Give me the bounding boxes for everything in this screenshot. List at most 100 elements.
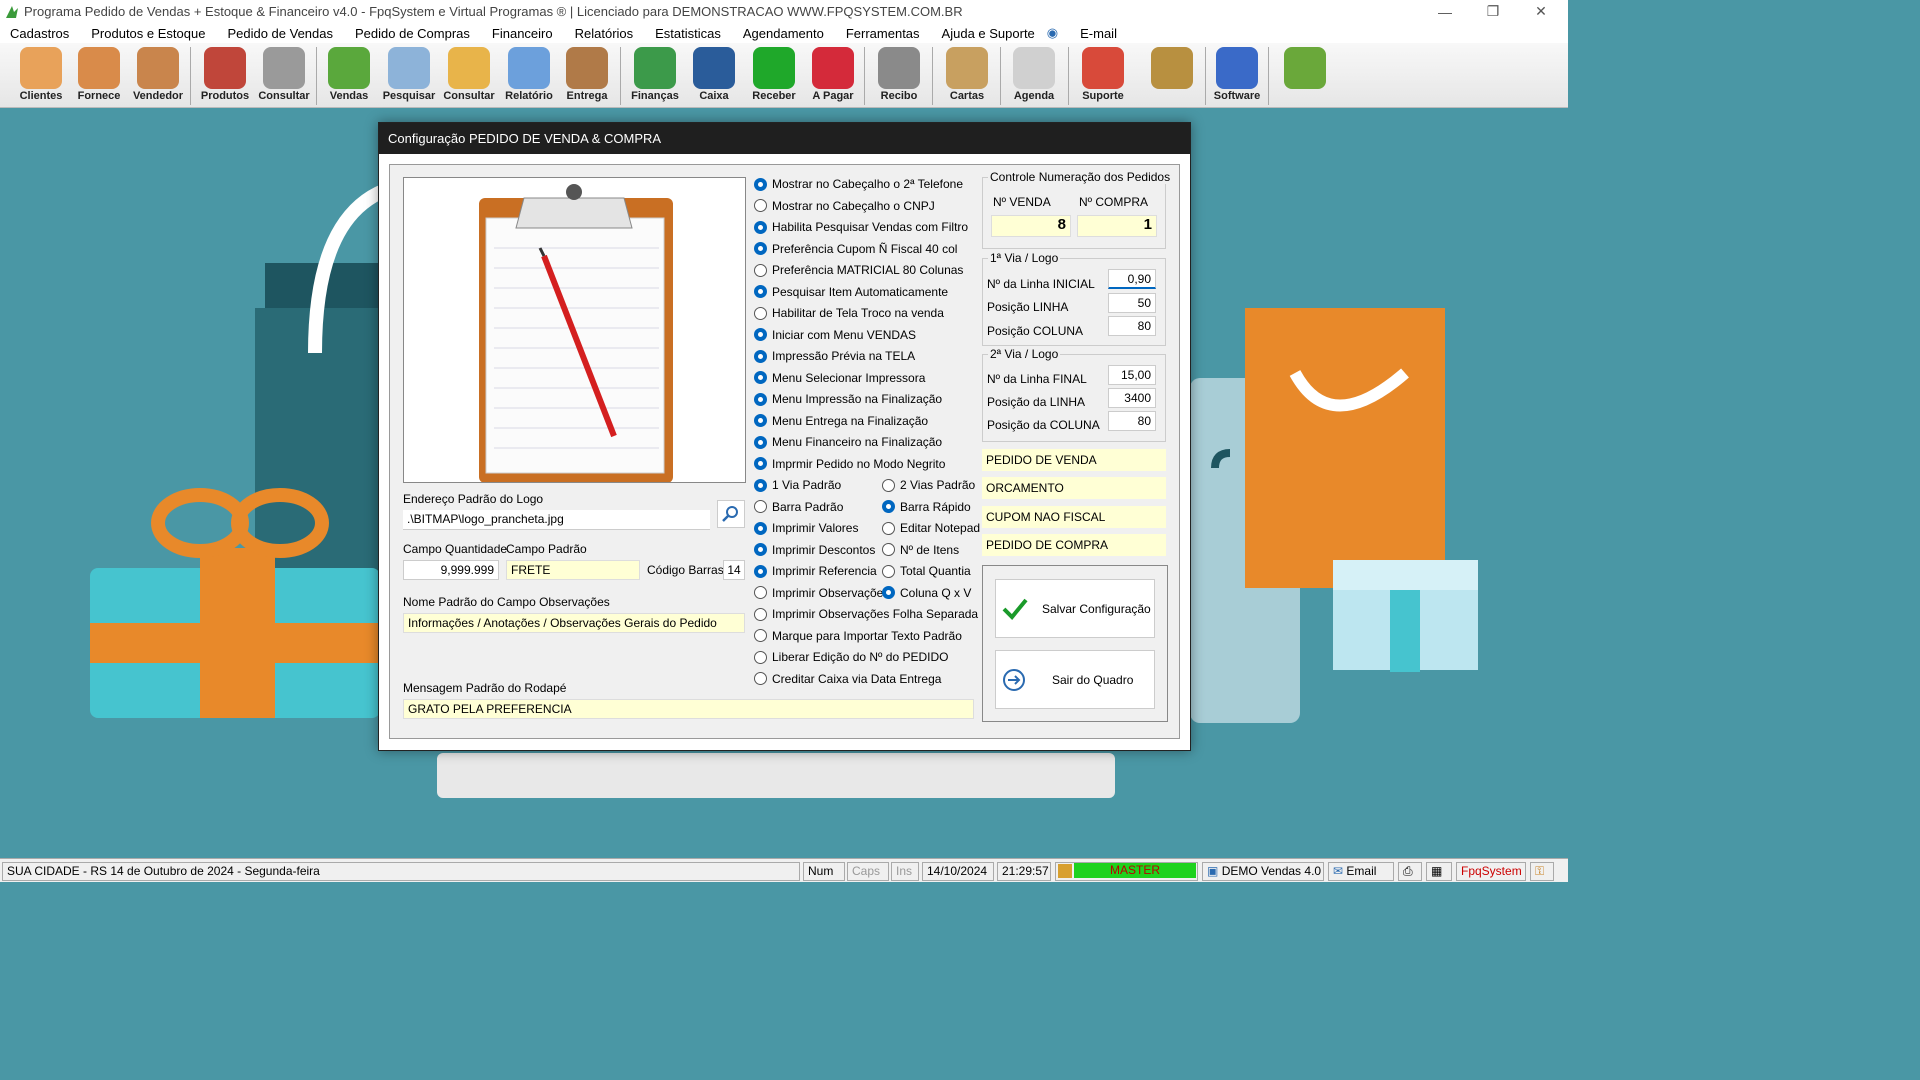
qty-input[interactable]: 9,999.999: [403, 560, 499, 580]
option-pair-6-b[interactable]: Coluna Q x V: [882, 586, 971, 600]
toolbar-button-16[interactable]: Cartas: [938, 45, 996, 105]
option-6[interactable]: Pesquisar Item Automaticamente: [754, 285, 948, 299]
menu-item-3[interactable]: Pedido de Vendas: [227, 26, 333, 41]
barcode-input[interactable]: 14: [723, 560, 745, 580]
toolbar-button-17[interactable]: Agenda: [1005, 45, 1063, 105]
doc-name-receipt[interactable]: CUPOM NAO FISCAL: [982, 506, 1166, 528]
option-3[interactable]: Habilita Pesquisar Vendas com Filtro: [754, 220, 968, 234]
option-5[interactable]: Preferência MATRICIAL 80 Colunas: [754, 263, 963, 277]
option-pair-5-b[interactable]: Total Quantia: [882, 564, 971, 578]
doc-name-quote[interactable]: ORCAMENTO: [982, 477, 1166, 499]
option-pair-2-b[interactable]: Barra Rápido: [882, 500, 971, 514]
toolbar-button-11[interactable]: Finanças: [626, 45, 684, 105]
option-9[interactable]: Impressão Prévia na TELA: [754, 349, 915, 363]
printer-icon[interactable]: ⎙: [1398, 862, 1422, 881]
doc-name-purchase[interactable]: PEDIDO DE COMPRA: [982, 534, 1166, 556]
option-7[interactable]: Habilitar de Tela Troco na venda: [754, 306, 944, 320]
default-field-input[interactable]: FRETE: [506, 560, 640, 580]
toolbar-separator: [932, 47, 933, 105]
option-10[interactable]: Menu Selecionar Impressora: [754, 371, 925, 385]
toolbar-button-18[interactable]: Suporte: [1074, 45, 1132, 105]
menu-item-6[interactable]: Relatórios: [575, 26, 634, 41]
toolbar-button-8[interactable]: Consultar: [440, 45, 498, 105]
via1-col-pos-input[interactable]: 80: [1108, 316, 1156, 336]
menu-item-2[interactable]: Produtos e Estoque: [91, 26, 205, 41]
toolbar-button-4[interactable]: Produtos: [196, 45, 254, 105]
via1-start-line-input[interactable]: 0,90: [1108, 269, 1156, 289]
software-icon: [1216, 47, 1258, 89]
toolbar-button-13[interactable]: Receber: [745, 45, 803, 105]
toolbar-button-9[interactable]: Relatório: [500, 45, 558, 105]
radio-indicator: [754, 220, 767, 234]
option-11[interactable]: Menu Impressão na Finalização: [754, 392, 942, 406]
toolbar-button-19[interactable]: [1143, 45, 1201, 105]
toolbar-button-3[interactable]: Vendedor: [129, 45, 187, 105]
menu-item-11[interactable]: E-mail: [1080, 26, 1117, 41]
radio-label: Barra Padrão: [772, 499, 844, 514]
radio-label: Coluna Q x V: [900, 585, 972, 600]
menu-item-5[interactable]: Financeiro: [492, 26, 553, 41]
doc-name-sale[interactable]: PEDIDO DE VENDA: [982, 449, 1166, 471]
option-12[interactable]: Menu Entrega na Finalização: [754, 414, 928, 428]
obs-input[interactable]: Informações / Anotações / Observações Ge…: [403, 613, 745, 633]
option-2[interactable]: Mostrar no Cabeçalho o CNPJ: [754, 199, 935, 213]
toolbar-button-1[interactable]: Clientes: [12, 45, 70, 105]
close-icon[interactable]: ✕: [1518, 0, 1564, 23]
purchase-number-input[interactable]: 1: [1077, 215, 1157, 237]
logo-path-input[interactable]: .\BITMAP\logo_prancheta.jpg: [403, 510, 710, 530]
menu-item-7[interactable]: Estatisticas: [655, 26, 721, 41]
option-pair-1-a[interactable]: 1 Via Padrão: [754, 478, 841, 492]
option-14[interactable]: Imprmir Pedido no Modo Negrito: [754, 457, 945, 471]
option-4[interactable]: Preferência Cupom Ñ Fiscal 40 col: [754, 242, 957, 256]
option-13[interactable]: Menu Financeiro na Finalização: [754, 435, 942, 449]
browse-logo-button[interactable]: [717, 500, 745, 528]
via2-line-pos-input[interactable]: 3400: [1108, 388, 1156, 408]
key-icon[interactable]: ⚿: [1530, 862, 1554, 881]
toolbar-button-14[interactable]: A Pagar: [804, 45, 862, 105]
exit-dialog-button[interactable]: Sair do Quadro: [995, 650, 1155, 709]
save-config-button[interactable]: Salvar Configuração: [995, 579, 1155, 638]
toolbar-label: A Pagar: [812, 90, 854, 102]
restore-icon[interactable]: ❐: [1470, 0, 1516, 23]
toolbar-button-2[interactable]: Fornece: [70, 45, 128, 105]
option-pair-2-a[interactable]: Barra Padrão: [754, 500, 843, 514]
option-pair-4-b[interactable]: Nº de Itens: [882, 543, 959, 557]
menu-item-9[interactable]: Ferramentas: [846, 26, 920, 41]
menu-item-1[interactable]: Cadastros: [10, 26, 69, 41]
toolbar-button-21[interactable]: [1276, 45, 1334, 105]
toolbar-button-10[interactable]: Entrega: [558, 45, 616, 105]
toolbar-button-20[interactable]: Software: [1208, 45, 1266, 105]
toolbar-button-6[interactable]: Vendas: [320, 45, 378, 105]
via1-line-pos-input[interactable]: 50: [1108, 293, 1156, 313]
numbering-group: [982, 177, 1166, 249]
toolbar-button-12[interactable]: Caixa: [685, 45, 743, 105]
minimize-icon[interactable]: —: [1422, 0, 1468, 23]
option-8[interactable]: Iniciar com Menu VENDAS: [754, 328, 916, 342]
option-tail-3[interactable]: Liberar Edição do Nº do PEDIDO: [754, 650, 948, 664]
option-tail-1[interactable]: Imprimir Observações Folha Separada: [754, 607, 978, 621]
toolbar-button-7[interactable]: Pesquisar: [380, 45, 438, 105]
menu-item-4[interactable]: Pedido de Compras: [355, 26, 470, 41]
option-pair-6-a[interactable]: Imprimir Observações: [754, 586, 889, 600]
help-globe-icon[interactable]: ◉: [1047, 25, 1058, 41]
status-brand[interactable]: FpqSystem: [1456, 862, 1526, 881]
radio-indicator: [754, 306, 767, 320]
calculator-icon[interactable]: ▦: [1426, 862, 1452, 881]
sale-number-input[interactable]: 8: [991, 215, 1071, 237]
menu-item-10[interactable]: Ajuda e Suporte: [942, 26, 1035, 41]
option-tail-4[interactable]: Creditar Caixa via Data Entrega: [754, 672, 941, 686]
toolbar-button-15[interactable]: Recibo: [870, 45, 928, 105]
option-1[interactable]: Mostrar no Cabeçalho o 2ª Telefone: [754, 177, 963, 191]
option-pair-1-b[interactable]: 2 Vias Padrão: [882, 478, 975, 492]
via2-end-line-input[interactable]: 15,00: [1108, 365, 1156, 385]
via2-col-pos-input[interactable]: 80: [1108, 411, 1156, 431]
menu-item-8[interactable]: Agendamento: [743, 26, 824, 41]
status-email[interactable]: ✉ Email: [1328, 862, 1394, 881]
option-tail-2[interactable]: Marque para Importar Texto Padrão: [754, 629, 962, 643]
toolbar-button-5[interactable]: Consultar: [255, 45, 313, 105]
footer-msg-input[interactable]: GRATO PELA PREFERENCIA: [403, 699, 974, 719]
option-pair-5-a[interactable]: Imprimir Referencia: [754, 564, 877, 578]
option-pair-3-a[interactable]: Imprimir Valores: [754, 521, 858, 535]
option-pair-4-a[interactable]: Imprimir Descontos: [754, 543, 875, 557]
option-pair-3-b[interactable]: Editar Notepad: [882, 521, 980, 535]
